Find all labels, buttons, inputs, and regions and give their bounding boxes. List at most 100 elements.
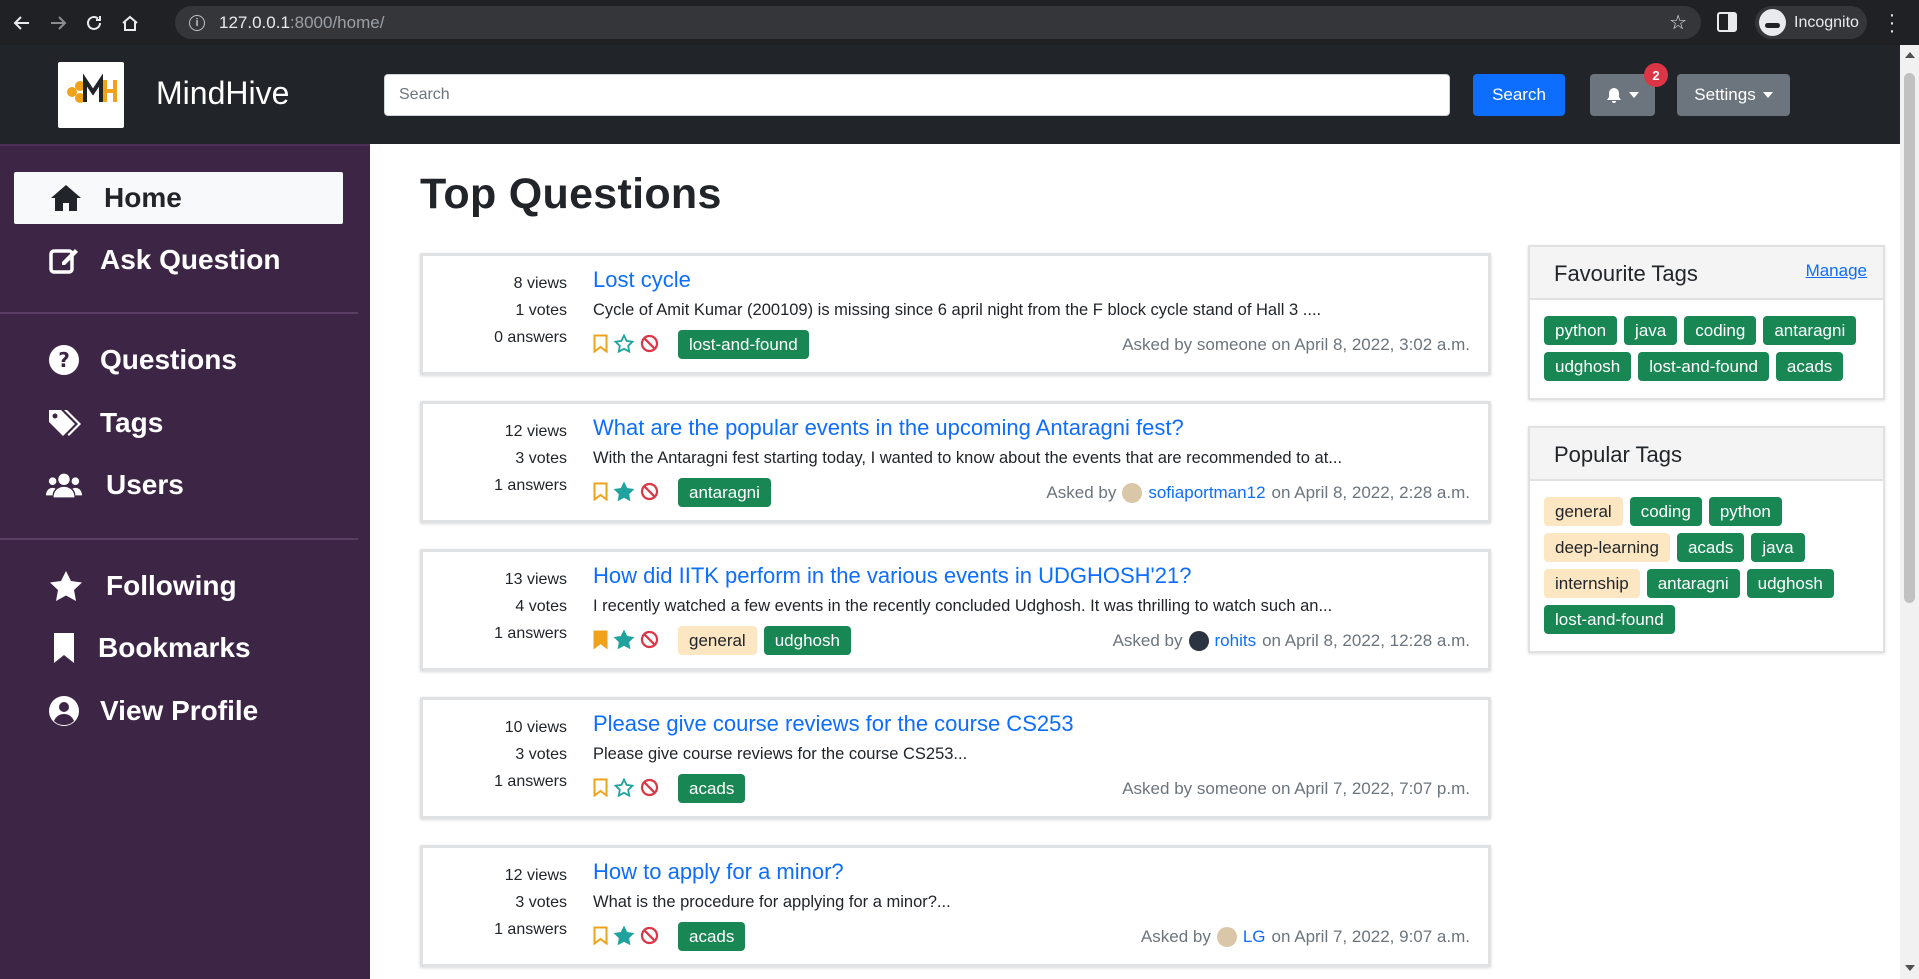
follow-star-icon[interactable] bbox=[614, 778, 634, 797]
question-stats: 12 views 3 votes 1 answers bbox=[423, 862, 567, 943]
votes-count: 3 votes bbox=[515, 450, 567, 467]
asked-by-label: Asked by bbox=[1140, 927, 1211, 946]
question-tag[interactable]: acads bbox=[678, 774, 746, 803]
asked-date: on April 8, 2022, 12:28 a.m. bbox=[1262, 631, 1470, 650]
star-icon bbox=[48, 568, 84, 604]
edit-icon bbox=[46, 242, 82, 278]
block-icon[interactable] bbox=[640, 334, 659, 353]
sidebar-item-bookmarks[interactable]: Bookmarks bbox=[14, 622, 343, 674]
question-card: 8 views 1 votes 0 answers Lost cycle Cycle o… bbox=[420, 253, 1491, 375]
favourite-tag[interactable]: antaragni bbox=[1763, 316, 1857, 345]
notifications-button[interactable]: 2 bbox=[1590, 63, 1668, 116]
asked-by-label: Asked by someone on April 7, 2022, 7:07 … bbox=[1122, 779, 1470, 798]
block-icon[interactable] bbox=[640, 926, 659, 945]
manage-tags-link[interactable]: Manage bbox=[1806, 261, 1867, 281]
favourite-tag[interactable]: coding bbox=[1684, 316, 1757, 345]
search-button[interactable]: Search bbox=[1473, 74, 1565, 116]
popular-tag[interactable]: internship bbox=[1544, 569, 1640, 598]
chevron-down-icon bbox=[1762, 92, 1773, 98]
favourite-tags-title: Favourite Tags bbox=[1554, 261, 1698, 286]
question-excerpt: Please give course reviews for the cours… bbox=[593, 745, 968, 763]
question-title-link[interactable]: Lost cycle bbox=[593, 267, 691, 293]
question-actions bbox=[593, 778, 665, 797]
sidebar-item-tags[interactable]: Tags bbox=[14, 397, 343, 449]
author-link[interactable]: sofiaportman12 bbox=[1148, 483, 1265, 503]
follow-star-icon[interactable] bbox=[614, 926, 634, 945]
scrollbar-thumb[interactable] bbox=[1904, 73, 1915, 603]
follow-star-icon[interactable] bbox=[614, 482, 634, 501]
sidebar-item-following[interactable]: Following bbox=[14, 560, 343, 612]
follow-star-icon[interactable] bbox=[614, 334, 634, 353]
incognito-badge[interactable]: Incognito bbox=[1755, 6, 1867, 39]
block-icon[interactable] bbox=[640, 482, 659, 501]
popular-tag[interactable]: coding bbox=[1629, 497, 1702, 526]
sidebar-item-users[interactable]: Users bbox=[14, 459, 343, 511]
scroll-down-icon[interactable] bbox=[1905, 965, 1915, 971]
sidebar-item-home[interactable]: Home bbox=[14, 172, 343, 224]
forward-icon[interactable] bbox=[44, 9, 72, 37]
popular-tag[interactable]: lost-and-found bbox=[1544, 605, 1675, 634]
browser-menu-icon[interactable]: · · · bbox=[1887, 5, 1897, 41]
block-icon[interactable] bbox=[640, 630, 659, 649]
favourite-tag[interactable]: acads bbox=[1775, 352, 1844, 381]
asked-by-label: Asked by someone on April 8, 2022, 3:02 … bbox=[1122, 335, 1470, 354]
question-tag[interactable]: acads bbox=[678, 922, 746, 951]
asked-date: on April 7, 2022, 9:07 a.m. bbox=[1271, 927, 1470, 946]
bookmark-icon[interactable] bbox=[593, 630, 608, 649]
question-title-link[interactable]: How to apply for a minor? bbox=[593, 859, 844, 885]
side-panel-icon[interactable] bbox=[1717, 12, 1737, 32]
favourite-tags-list: python java coding antaragni udghosh lost-and… bbox=[1530, 300, 1883, 398]
favourite-tag[interactable]: java bbox=[1624, 316, 1678, 345]
info-icon[interactable]: i bbox=[189, 14, 205, 31]
votes-count: 3 votes bbox=[515, 894, 567, 911]
question-title-link[interactable]: How did IITK perform in the various even… bbox=[593, 563, 1191, 589]
question-stats: 10 views 3 votes 1 answers bbox=[423, 714, 567, 795]
settings-dropdown[interactable]: Settings bbox=[1677, 74, 1790, 116]
popular-tag[interactable]: udghosh bbox=[1746, 569, 1834, 598]
sidebar-item-view-profile[interactable]: View Profile bbox=[14, 685, 343, 737]
brand-name[interactable]: MindHive bbox=[156, 75, 289, 112]
bookmark-icon[interactable] bbox=[593, 482, 608, 501]
bookmark-icon[interactable] bbox=[593, 334, 608, 353]
sidebar-divider bbox=[0, 312, 358, 314]
popular-tag[interactable]: antaragni bbox=[1646, 569, 1740, 598]
popular-tag[interactable]: java bbox=[1751, 533, 1805, 562]
home-browser-icon[interactable] bbox=[116, 9, 144, 37]
author-link[interactable]: LG bbox=[1243, 927, 1266, 947]
favourite-tag[interactable]: udghosh bbox=[1544, 352, 1632, 381]
sidebar-item-questions[interactable]: ? Questions bbox=[14, 334, 343, 386]
reload-icon[interactable] bbox=[80, 9, 108, 37]
popular-tag[interactable]: general bbox=[1544, 497, 1623, 526]
follow-star-icon[interactable] bbox=[614, 630, 634, 649]
block-icon[interactable] bbox=[640, 778, 659, 797]
search-input[interactable] bbox=[384, 74, 1450, 116]
sidebar-item-label: Following bbox=[106, 570, 237, 601]
question-tag[interactable]: antaragni bbox=[678, 478, 771, 507]
views-count: 12 views bbox=[504, 867, 567, 884]
notification-badge: 2 bbox=[1644, 63, 1668, 87]
popular-tag[interactable]: deep-learning bbox=[1544, 533, 1670, 562]
author-link[interactable]: rohits bbox=[1215, 631, 1257, 651]
popular-tag[interactable]: python bbox=[1708, 497, 1782, 526]
back-icon[interactable] bbox=[8, 9, 36, 37]
bookmark-star-icon[interactable]: ☆ bbox=[1669, 10, 1687, 35]
page-scrollbar[interactable] bbox=[1900, 45, 1919, 979]
favourite-tag[interactable]: lost-and-found bbox=[1638, 352, 1769, 381]
popular-tag[interactable]: acads bbox=[1676, 533, 1745, 562]
address-bar[interactable]: i 127.0.0.1:8000/home/ ☆ bbox=[175, 6, 1701, 39]
bookmark-icon[interactable] bbox=[593, 778, 608, 797]
question-tags: lost-and-found bbox=[678, 330, 816, 359]
scroll-up-icon[interactable] bbox=[1905, 52, 1915, 58]
bookmark-icon[interactable] bbox=[593, 926, 608, 945]
favourite-tag[interactable]: python bbox=[1544, 316, 1618, 345]
question-stats: 12 views 3 votes 1 answers bbox=[423, 418, 567, 499]
question-card: 12 views 3 votes 1 answers How to apply for… bbox=[420, 845, 1491, 967]
question-title-link[interactable]: Please give course reviews for the cours… bbox=[593, 711, 1074, 737]
question-tag[interactable]: general bbox=[678, 626, 757, 655]
question-tag[interactable]: udghosh bbox=[763, 626, 851, 655]
avatar bbox=[1188, 631, 1209, 651]
sidebar-item-ask-question[interactable]: Ask Question bbox=[14, 234, 343, 286]
brand-logo[interactable] bbox=[58, 62, 124, 128]
question-title-link[interactable]: What are the popular events in the upcom… bbox=[593, 415, 1184, 441]
question-tag[interactable]: lost-and-found bbox=[678, 330, 809, 359]
